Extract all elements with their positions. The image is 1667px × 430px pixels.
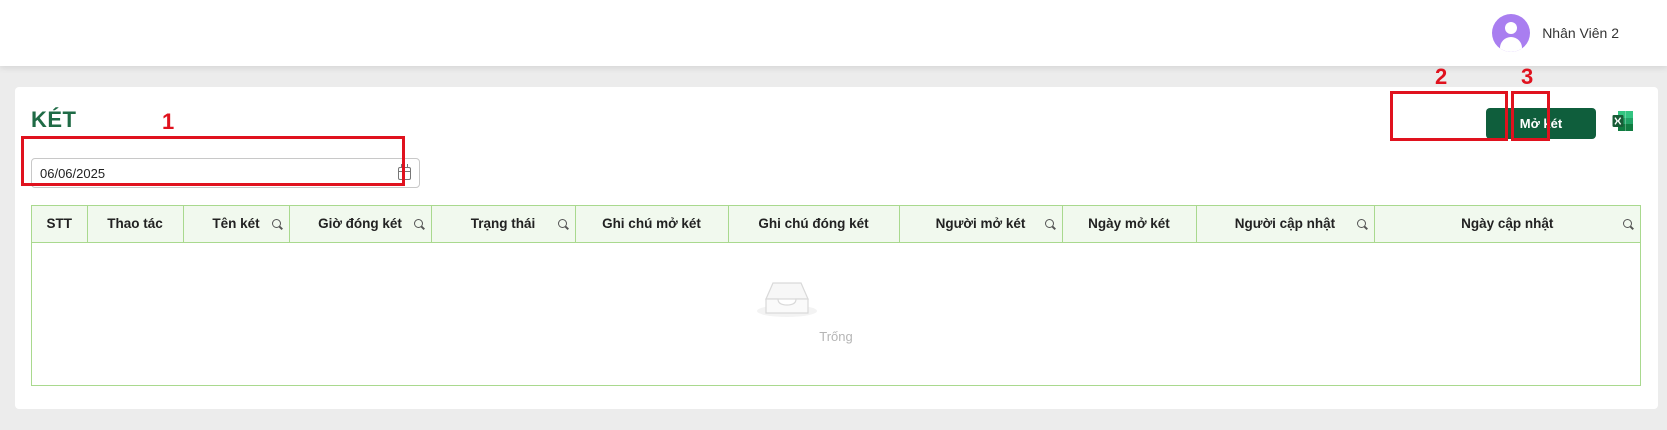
column-header: Người mở két (899, 206, 1063, 243)
column-header-label: Giờ đóng két (318, 216, 402, 232)
column-header: Ghi chú đóng két (728, 206, 900, 243)
empty-state: Trống (32, 243, 1640, 385)
column-header-label: Ngày cập nhật (1461, 216, 1554, 232)
user-avatar-icon[interactable] (1492, 14, 1531, 52)
column-header: Trạng thái (431, 206, 576, 243)
column-header: Ngày mở két (1062, 206, 1197, 243)
empty-inbox-icon (757, 282, 817, 317)
column-header: Ngày cập nhật (1374, 206, 1640, 243)
search-icon[interactable] (557, 219, 567, 228)
column-header-label: Ghi chú mở két (602, 216, 701, 232)
column-header-label: STT (46, 216, 73, 232)
excel-icon[interactable] (1612, 110, 1634, 132)
column-header: Ghi chú mở két (575, 206, 729, 243)
marker-box-2 (1390, 91, 1508, 141)
search-icon[interactable] (271, 219, 281, 228)
column-header-label: Tên két (212, 216, 260, 232)
top-bar: Nhân Viên 2 (0, 0, 1667, 66)
marker-box-1 (21, 136, 405, 186)
column-header: STT (32, 206, 88, 243)
marker-number-1: 1 (162, 109, 175, 134)
column-header-label: Thao tác (107, 216, 163, 232)
column-header: Thao tác (87, 206, 184, 243)
column-header-label: Ghi chú đóng két (758, 216, 869, 232)
marker-number-2: 2 (1435, 64, 1448, 89)
search-icon[interactable] (1356, 219, 1366, 228)
column-header-label: Ngày mở két (1088, 216, 1170, 232)
user-menu[interactable]: Nhân Viên 2 (1492, 13, 1619, 53)
search-icon[interactable] (413, 219, 423, 228)
table-header-row: STT Thao tác Tên két Giờ đóng két Trạng thái… (32, 206, 1640, 243)
search-icon[interactable] (1044, 219, 1054, 228)
marker-number-3: 3 (1521, 64, 1534, 89)
column-header: Người cập nhật (1196, 206, 1375, 243)
safe-table: STT Thao tác Tên két Giờ đóng két Trạng thái… (31, 205, 1641, 386)
column-header: Giờ đóng két (289, 206, 432, 243)
search-icon[interactable] (1623, 219, 1632, 228)
column-header-label: Người cập nhật (1234, 216, 1336, 232)
column-header: Tên két (183, 206, 290, 243)
user-name: Nhân Viên 2 (1542, 25, 1619, 41)
column-header-label: Người mở két (935, 216, 1026, 232)
column-header-label: Trạng thái (470, 216, 536, 232)
marker-box-3 (1511, 91, 1550, 141)
page-title: KÉT (31, 107, 77, 132)
empty-text: Trống (819, 329, 853, 344)
